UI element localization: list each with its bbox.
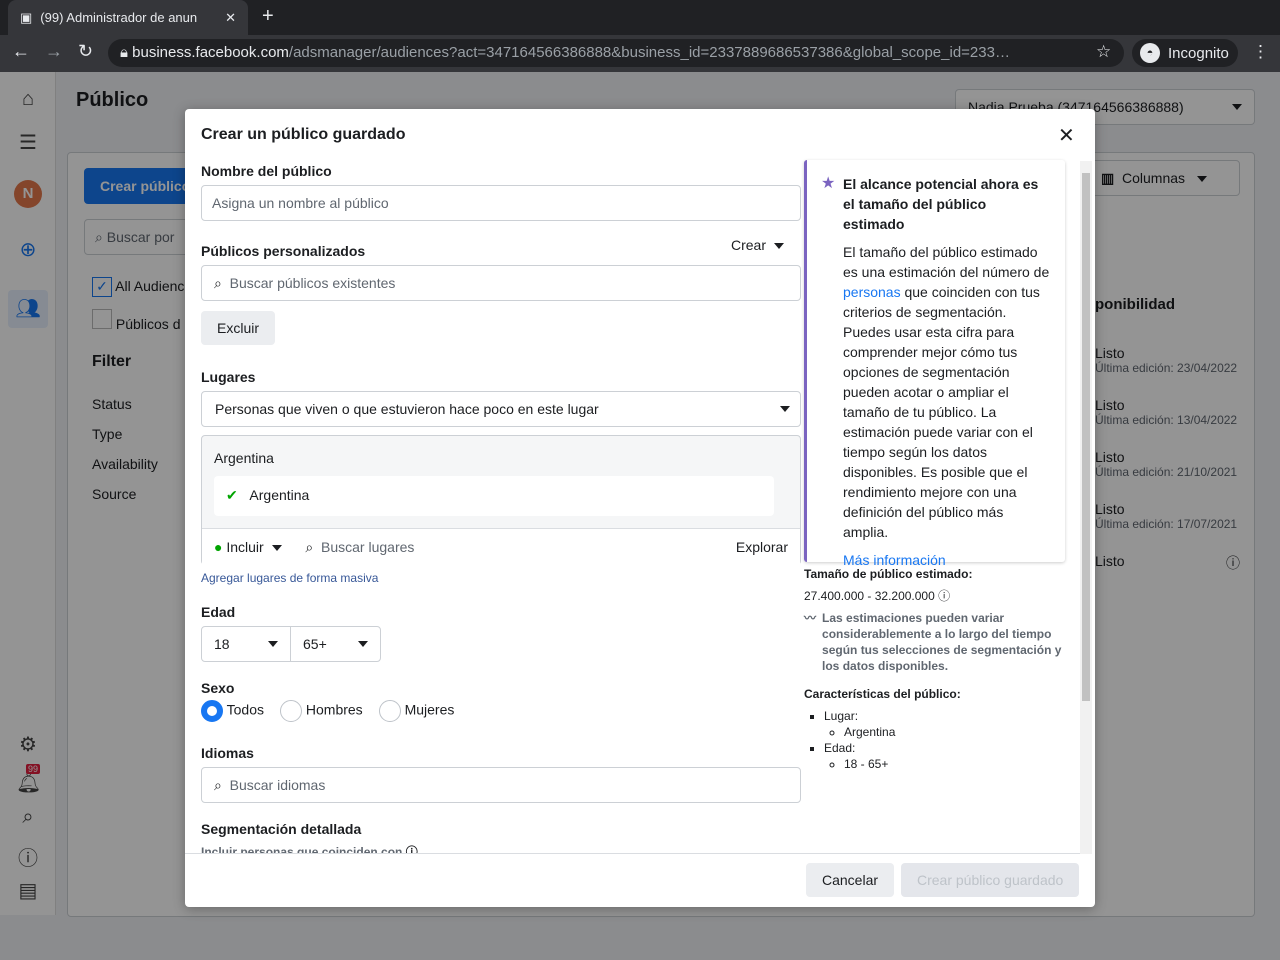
gender-label: Sexo <box>201 680 235 696</box>
exclude-button[interactable]: Excluir <box>201 311 276 345</box>
char-place: Lugar:Argentina <box>824 708 1065 740</box>
browser-toolbar: ← → ↻ 🔒︎ business.facebook.com/adsmanage… <box>0 35 1280 72</box>
favicon-icon: ▣ <box>20 9 33 25</box>
chevron-down-icon <box>271 545 282 552</box>
trend-icon: 〰 <box>804 611 817 625</box>
custom-audiences-label: Públicos personalizados <box>201 243 366 259</box>
age-range: 18 65+ <box>201 626 381 662</box>
pin-include-icon: ● <box>214 539 223 555</box>
characteristics-list: Lugar:Argentina Edad:18 - 65+ <box>804 708 1065 772</box>
forward-icon[interactable]: → <box>45 41 63 62</box>
places-search-input[interactable]: ⌕ Buscar lugares <box>305 539 414 555</box>
star-icon: ★ <box>821 175 836 192</box>
search-icon: ⌕ <box>214 275 222 291</box>
languages-search[interactable]: ⌕ Buscar idiomas <box>201 767 801 803</box>
place-item[interactable]: ✔ Argentina <box>214 476 774 516</box>
age-label: Edad <box>201 604 236 620</box>
places-label: Lugares <box>201 369 256 385</box>
chevron-down-icon <box>773 243 784 250</box>
dialog-scrollbar[interactable] <box>1080 161 1092 854</box>
radio[interactable] <box>378 700 401 722</box>
browser-tab-bar: ▣ (99) Administrador de anun ✕ + <box>0 0 1280 35</box>
char-place-value: Argentina <box>844 724 1065 740</box>
age-min-select[interactable]: 18 <box>202 627 291 661</box>
bookmark-star-icon[interactable]: ☆ <box>1096 42 1111 62</box>
info-callout: ★ El alcance potencial ahora es el tamañ… <box>804 160 1065 568</box>
cancel-button[interactable]: Cancelar <box>806 863 895 897</box>
back-icon[interactable]: ← <box>12 41 30 62</box>
detailed-targeting-sub: Incluir personas que coinciden con ⓘ <box>201 843 418 853</box>
places-group-label: Argentina <box>214 450 274 466</box>
info-body: El tamaño del público estimado es una es… <box>843 244 1050 540</box>
audience-size-panel: Tamaño de público estimado: 27.400.000 -… <box>804 566 1065 772</box>
selected-places-box: Argentina ✔ Argentina ● Incluir ⌕ Buscar… <box>201 435 801 565</box>
chevron-down-icon <box>358 641 368 647</box>
lock-icon: 🔒︎ <box>120 44 133 61</box>
bulk-places-link[interactable]: Agregar lugares de forma masiva <box>201 571 378 585</box>
info-icon[interactable]: ⓘ <box>938 589 950 603</box>
radio-selected[interactable] <box>201 700 223 722</box>
search-icon: ⌕ <box>214 777 222 793</box>
languages-label: Idiomas <box>201 745 254 761</box>
custom-audience-search[interactable]: ⌕ Buscar públicos existentes <box>201 265 801 301</box>
radio[interactable] <box>280 700 302 722</box>
char-age: Edad:18 - 65+ <box>824 740 1065 772</box>
create-saved-audience-dialog: Crear un público guardado ✕ Nombre del p… <box>185 109 1095 907</box>
search-icon: ⌕ <box>305 539 314 555</box>
new-tab-icon[interactable]: + <box>262 5 274 28</box>
close-tab-icon[interactable]: ✕ <box>225 10 236 26</box>
char-age-value: 18 - 65+ <box>844 756 1065 772</box>
dialog-form: Nombre del público Asigna un nombre al p… <box>185 154 1080 854</box>
address-bar[interactable]: 🔒︎ business.facebook.com/adsmanager/audi… <box>108 39 1124 67</box>
gender-women[interactable]: Mujeres <box>378 700 454 722</box>
info-title: El alcance potencial ahora es el tamaño … <box>843 176 1039 232</box>
detailed-targeting-label: Segmentación detallada <box>201 821 362 837</box>
create-dropdown[interactable]: Crear <box>731 237 784 253</box>
estimate-note: 〰 Las estimaciones pueden variar consider… <box>804 611 1062 673</box>
gender-all[interactable]: Todos <box>201 700 264 722</box>
pin-include-icon: ✔ <box>226 487 238 503</box>
places-type-select[interactable]: Personas que viven o que estuvieron hace… <box>201 391 801 427</box>
save-audience-button[interactable]: Crear público guardado <box>901 863 1080 897</box>
age-max-select[interactable]: 65+ <box>291 627 380 661</box>
gender-radios: Todos Hombres Mujeres <box>201 700 454 722</box>
browser-tab[interactable]: ▣ (99) Administrador de anun ✕ <box>8 0 248 35</box>
people-link[interactable]: personas <box>843 284 901 300</box>
reload-icon[interactable]: ↻ <box>78 41 93 62</box>
chevron-down-icon <box>268 641 278 647</box>
info-icon[interactable]: ⓘ <box>406 845 418 853</box>
incognito-badge[interactable]: ◓ Incognito <box>1132 39 1238 67</box>
places-search-row: ● Incluir ⌕ Buscar lugares Explorar <box>202 528 800 565</box>
audience-name-input[interactable]: Asigna un nombre al público <box>201 185 801 221</box>
size-label: Tamaño de público estimado: <box>804 567 973 581</box>
dialog-title: Crear un público guardado <box>201 126 406 143</box>
include-dropdown[interactable]: ● Incluir <box>214 539 282 555</box>
size-value: 27.400.000 - 32.200.000 ⓘ <box>804 589 951 603</box>
characteristics-label: Características del público: <box>804 687 961 701</box>
incognito-icon: ◓ <box>1140 43 1160 63</box>
explore-button[interactable]: Explorar <box>736 539 788 555</box>
name-label: Nombre del público <box>201 163 332 179</box>
gender-men[interactable]: Hombres <box>280 700 363 722</box>
close-icon[interactable]: ✕ <box>1058 123 1075 148</box>
scrollbar-thumb[interactable] <box>1082 173 1090 701</box>
chevron-down-icon <box>780 406 790 412</box>
menu-icon[interactable]: ⋮ <box>1252 42 1269 62</box>
